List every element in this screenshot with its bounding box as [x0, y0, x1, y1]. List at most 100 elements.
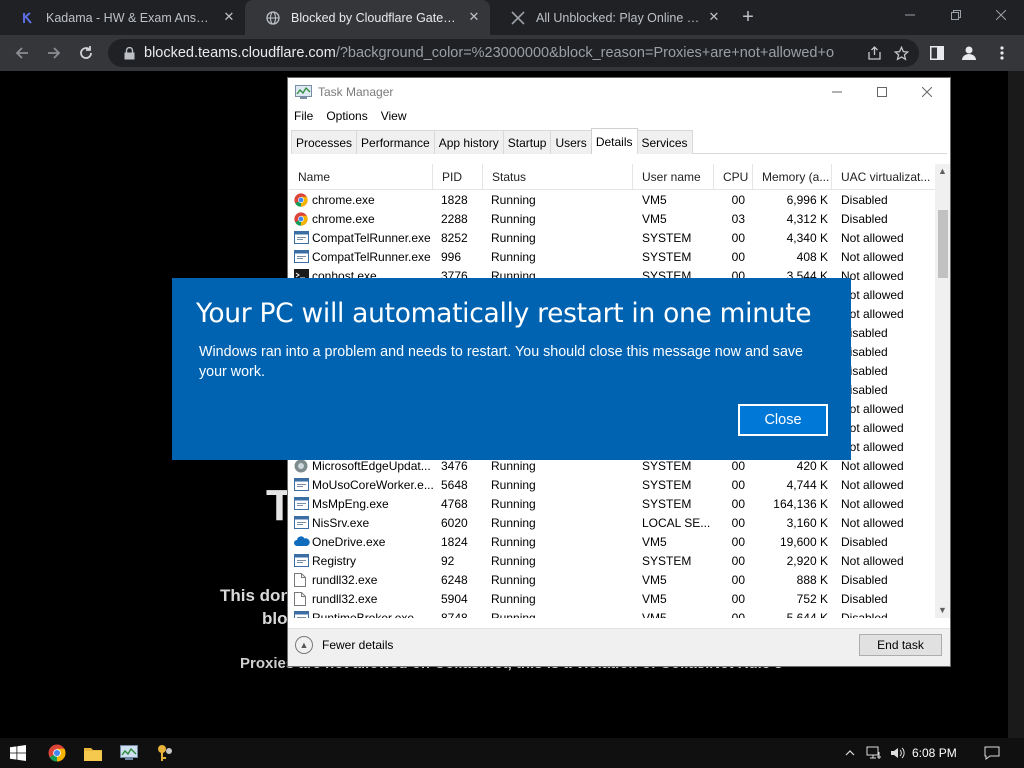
close-icon[interactable]: ✕ [221, 9, 237, 25]
desktop: Kadama - HW & Exam Answers... ✕ Blocked … [0, 0, 1024, 768]
tab-app-history[interactable]: App history [433, 130, 504, 154]
task-manager-titlebar[interactable]: Task Manager [288, 78, 950, 106]
process-status: Running [491, 611, 536, 618]
tab-unblocked[interactable]: All Unblocked: Play Online Unblo... ✕ [490, 0, 730, 35]
process-pid: 1824 [441, 535, 468, 549]
scroll-up-icon[interactable]: ▲ [935, 164, 950, 179]
task-manager-icon[interactable] [111, 738, 147, 768]
table-row[interactable]: chrome.exe 1828 Running VM5 00 6,996 K Disable… [289, 191, 935, 210]
table-row[interactable]: Registry 92 Running SYSTEM 00 2,920 K Not allo… [289, 552, 935, 571]
process-name: rundll32.exe [312, 592, 378, 606]
app-icon [294, 250, 309, 265]
column-header-memory[interactable]: Memory (a... [753, 164, 832, 190]
tab-processes[interactable]: Processes [291, 130, 358, 154]
table-row[interactable]: OneDrive.exe 1824 Running VM5 00 19,600 K Disa… [289, 533, 935, 552]
dialog-close-button[interactable]: Close [738, 404, 828, 436]
tab-title: All Unblocked: Play Online Unblo... [536, 10, 706, 25]
tab-performance[interactable]: Performance [356, 130, 435, 154]
column-header-pid[interactable]: PID [433, 164, 483, 190]
menu-view[interactable]: View [381, 109, 407, 123]
browser-tab-strip: Kadama - HW & Exam Answers... ✕ Blocked … [0, 0, 1024, 35]
table-row[interactable]: MoUsoCoreWorker.e... 5648 Running SYSTEM 00 4… [289, 476, 935, 495]
process-memory: 19,600 K [779, 535, 828, 549]
keys-app-icon[interactable] [147, 738, 183, 768]
chevron-up-icon[interactable] [840, 738, 860, 768]
app-icon [294, 516, 309, 531]
page-scrollbar[interactable] [1008, 71, 1024, 738]
column-header-uac[interactable]: UAC virtualizat... [832, 164, 935, 190]
maximize-icon[interactable] [859, 78, 904, 106]
windows-start-icon[interactable] [0, 738, 36, 768]
table-row[interactable]: CompatTelRunner.exe 996 Running SYSTEM 00 408… [289, 248, 935, 267]
address-bar[interactable]: blocked.teams.cloudflare.com/?background… [108, 39, 919, 67]
scrollbar-thumb[interactable] [938, 210, 948, 278]
minimize-icon[interactable] [887, 0, 933, 30]
menu-file[interactable]: File [294, 109, 313, 123]
bookmark-star-icon[interactable] [890, 43, 912, 63]
process-memory: 4,312 K [786, 212, 828, 226]
clock[interactable]: 6:08 PM [912, 738, 957, 768]
process-uac: Disabled [841, 573, 888, 587]
column-header-name[interactable]: Name [289, 164, 433, 190]
process-user: VM5 [642, 611, 667, 618]
menu-bar: File Options View [294, 109, 420, 123]
window-close-icon[interactable] [978, 0, 1024, 30]
table-row[interactable]: rundll32.exe 5904 Running VM5 00 752 K Disable… [289, 590, 935, 609]
file-explorer-icon[interactable] [75, 738, 111, 768]
process-name: CompatTelRunner.exe [312, 250, 431, 264]
volume-icon[interactable] [887, 738, 909, 768]
tab-startup[interactable]: Startup [502, 130, 552, 154]
process-pid: 6020 [441, 516, 468, 530]
table-row[interactable]: NisSrv.exe 6020 Running LOCAL SE... 00 3,160 … [289, 514, 935, 533]
scroll-down-icon[interactable]: ▼ [935, 603, 950, 618]
tab-services[interactable]: Services [636, 130, 693, 154]
back-arrow-icon[interactable] [8, 39, 36, 67]
table-row[interactable]: CompatTelRunner.exe 8252 Running SYSTEM 00 4,… [289, 229, 935, 248]
table-row[interactable]: chrome.exe 2288 Running VM5 03 4,312 K Disable… [289, 210, 935, 229]
close-icon[interactable]: ✕ [706, 9, 722, 25]
window-close-icon[interactable] [904, 78, 949, 106]
end-task-button[interactable]: End task [859, 634, 942, 656]
network-icon[interactable] [863, 738, 885, 768]
table-row[interactable]: rundll32.exe 6248 Running VM5 00 888 K Disable… [289, 571, 935, 590]
lock-icon[interactable] [114, 46, 144, 60]
column-header-status[interactable]: Status [483, 164, 633, 190]
chrome-icon[interactable] [39, 738, 75, 768]
app-icon [294, 231, 309, 246]
tab-users[interactable]: Users [550, 130, 592, 154]
close-icon[interactable]: ✕ [466, 9, 482, 25]
menu-options[interactable]: Options [326, 109, 367, 123]
chrome-icon [294, 193, 309, 208]
table-scrollbar[interactable]: ▲ ▼ [935, 164, 950, 618]
fewer-details-button[interactable]: ▲ Fewer details [295, 636, 393, 654]
process-name: OneDrive.exe [312, 535, 386, 549]
process-status: Running [491, 212, 536, 226]
process-cpu: 00 [731, 573, 745, 587]
process-uac: Disabled [841, 193, 888, 207]
process-uac: Not allowed [841, 250, 904, 264]
kebab-menu-icon[interactable] [988, 39, 1016, 67]
tab-blocked[interactable]: Blocked by Cloudflare Gateway ✕ [245, 0, 490, 35]
column-header-cpu[interactable]: CPU [714, 164, 753, 190]
tab-kadama[interactable]: Kadama - HW & Exam Answers... ✕ [0, 0, 245, 35]
column-header-user[interactable]: User name [633, 164, 714, 190]
process-memory: 752 K [796, 592, 828, 606]
process-uac: Disabled [841, 383, 888, 397]
table-row[interactable]: RuntimeBroker.exe 8748 Running VM5 00 5,644 K… [289, 609, 935, 618]
new-tab-button[interactable]: + [735, 4, 761, 30]
forward-arrow-icon[interactable] [40, 39, 68, 67]
profile-avatar-icon[interactable] [955, 39, 983, 67]
share-icon[interactable] [863, 43, 885, 63]
side-panel-icon[interactable] [923, 39, 951, 67]
process-uac: Disabled [841, 592, 888, 606]
process-user: VM5 [642, 212, 667, 226]
table-row[interactable]: MsMpEng.exe 4768 Running SYSTEM 00 164,136 K N… [289, 495, 935, 514]
minimize-icon[interactable] [814, 78, 859, 106]
process-memory: 2,920 K [786, 554, 828, 568]
notification-icon[interactable] [978, 738, 1006, 768]
process-uac: Not allowed [841, 478, 904, 492]
process-pid: 5904 [441, 592, 468, 606]
reload-icon[interactable] [72, 39, 100, 67]
restore-icon[interactable] [933, 0, 979, 30]
tab-details[interactable]: Details [590, 128, 638, 154]
